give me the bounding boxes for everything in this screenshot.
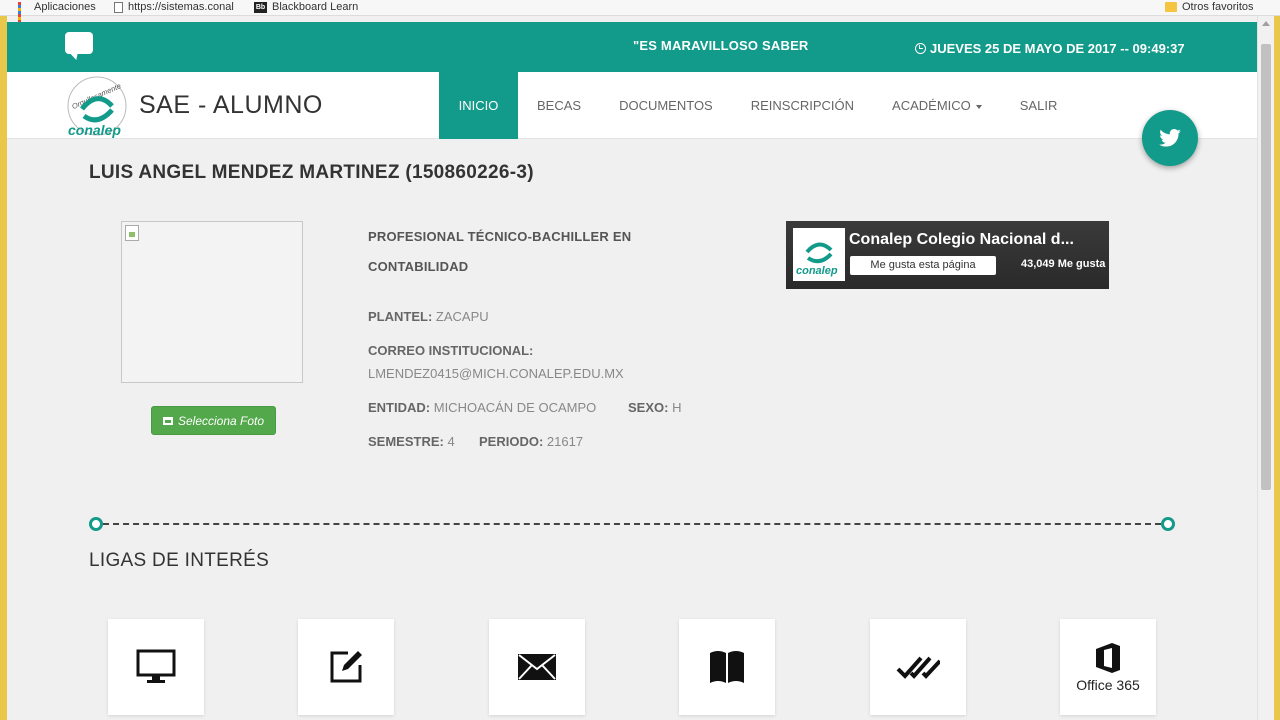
- email-label-row: CORREO INSTITUCIONAL:: [368, 343, 533, 358]
- nav-documentos[interactable]: DOCUMENTOS: [600, 72, 732, 139]
- conalep-logo[interactable]: Orgullosamente conalep: [64, 76, 132, 138]
- window-frame-right: [1274, 16, 1280, 720]
- plantel-label: PLANTEL:: [368, 309, 433, 324]
- link-card-book[interactable]: [679, 619, 775, 715]
- select-photo-button[interactable]: Selecciona Foto: [151, 406, 276, 435]
- chat-icon[interactable]: [65, 32, 93, 54]
- image-icon: [162, 416, 173, 425]
- bookmark-label: Aplicaciones: [34, 1, 96, 13]
- mail-icon: [518, 654, 556, 680]
- double-check-icon: [896, 656, 940, 679]
- apps-icon: [18, 1, 29, 29]
- link-card-mail[interactable]: [489, 619, 585, 715]
- facebook-like-count: 43,049 Me gusta: [1021, 258, 1106, 270]
- edit-icon: [330, 651, 362, 683]
- entidad-row: ENTIDAD: MICHOACÁN DE OCAMPO: [368, 400, 596, 415]
- select-photo-label: Selecciona Foto: [177, 413, 265, 428]
- divider-dot-left: [89, 517, 103, 531]
- link-card-office365[interactable]: Office 365: [1060, 619, 1156, 715]
- bookmark-other-favorites[interactable]: Otros favoritos: [1165, 1, 1254, 13]
- bookmark-label: Otros favoritos: [1182, 1, 1254, 13]
- book-icon: [710, 651, 744, 683]
- office365: Office 365: [1076, 641, 1140, 693]
- nav-inicio[interactable]: INICIO: [439, 72, 518, 139]
- blackboard-icon: Bb: [254, 1, 267, 13]
- links-grid: Office 365: [0, 619, 1280, 720]
- top-bar: "ES MARAVILLOSO SABER JUEVES 25 DE MAYO …: [7, 22, 1257, 72]
- clock-icon: [915, 43, 926, 54]
- datetime: JUEVES 25 DE MAYO DE 2017 -- 09:49:37: [915, 41, 1185, 56]
- folder-icon: [1165, 2, 1177, 12]
- bookmark-blackboard[interactable]: Bb Blackboard Learn: [254, 1, 358, 13]
- periodo-label: PERIODO:: [479, 434, 544, 449]
- nav-academico[interactable]: ACADÉMICO: [873, 72, 1001, 139]
- student-photo: [121, 221, 303, 383]
- app-title: SAE - ALUMNO: [139, 91, 323, 119]
- main-nav: INICIO BECAS DOCUMENTOS REINSCRIPCIÓN AC…: [439, 72, 1076, 139]
- motto-text: "ES MARAVILLOSO SABER: [633, 38, 809, 53]
- semestre-value: 4: [447, 434, 455, 449]
- link-card-monitor[interactable]: [108, 619, 204, 715]
- fb-logo-text: conalep: [796, 265, 838, 277]
- bookmark-label: https://sistemas.conal: [128, 1, 234, 13]
- plantel-row: PLANTEL: ZACAPU: [368, 309, 489, 324]
- datetime-text: JUEVES 25 DE MAYO DE 2017 -- 09:49:37: [930, 41, 1185, 56]
- links-section-title: LIGAS DE INTERÉS: [89, 550, 270, 571]
- sexo-value: H: [672, 400, 682, 415]
- email-value: LMENDEZ0415@MICH.CONALEP.EDU.MX: [368, 366, 624, 381]
- periodo-value: 21617: [546, 434, 584, 449]
- link-card-check[interactable]: [870, 619, 966, 715]
- link-card-edit[interactable]: [298, 619, 394, 715]
- page-scrollbar[interactable]: [1257, 16, 1274, 720]
- bookmark-label: Blackboard Learn: [272, 1, 359, 13]
- chevron-down-icon: [975, 104, 982, 109]
- scroll-up-arrow[interactable]: [1262, 21, 1270, 26]
- nav-salir[interactable]: SALIR: [1001, 72, 1077, 139]
- navbar: Orgullosamente conalep SAE - ALUMNO INIC…: [7, 72, 1257, 139]
- email-label: CORREO INSTITUCIONAL:: [368, 343, 534, 358]
- nav-reinscripcion[interactable]: REINSCRIPCIÓN: [732, 72, 873, 139]
- scroll-thumb[interactable]: [1261, 44, 1271, 490]
- office365-label: Office 365: [1076, 677, 1140, 693]
- semestre-label: SEMESTRE:: [368, 434, 444, 449]
- entidad-label: ENTIDAD:: [368, 400, 431, 415]
- bookmark-apps[interactable]: Aplicaciones: [18, 1, 96, 29]
- sexo-label: SEXO:: [628, 400, 669, 415]
- monitor-icon: [136, 649, 176, 683]
- broken-image-icon: [125, 225, 139, 241]
- conalep-fb-logo: conalep: [793, 228, 845, 281]
- plantel-value: ZACAPU: [435, 309, 489, 324]
- entidad-value: MICHOACÁN DE OCAMPO: [433, 400, 597, 415]
- nav-academico-label: ACADÉMICO: [892, 98, 971, 113]
- divider-dot-right: [1161, 517, 1175, 531]
- office365-icon: [1096, 643, 1120, 673]
- twitter-button[interactable]: [1142, 110, 1198, 166]
- semestre-row: SEMESTRE: 4: [368, 434, 455, 449]
- bookmarks-bar: Aplicaciones https://sistemas.conal Bb B…: [0, 0, 1280, 29]
- facebook-like-button[interactable]: Me gusta esta página: [850, 256, 996, 275]
- student-name: LUIS ANGEL MENDEZ MARTINEZ (150860226-3): [89, 162, 534, 183]
- periodo-row: PERIODO: 21617: [479, 434, 583, 449]
- facebook-page-widget[interactable]: conalep Conalep Colegio Nacional d... Me…: [786, 221, 1109, 289]
- twitter-icon: [1159, 129, 1181, 147]
- bookmark-sistemas[interactable]: https://sistemas.conal: [114, 1, 234, 13]
- sexo-row: SEXO: H: [628, 400, 681, 415]
- facebook-page-title[interactable]: Conalep Colegio Nacional d...: [849, 231, 1074, 249]
- page-icon: [114, 1, 123, 13]
- logo-brand-text: conalep: [68, 122, 121, 138]
- nav-becas[interactable]: BECAS: [518, 72, 600, 139]
- window-frame-left: [0, 16, 7, 720]
- career-name: PROFESIONAL TÉCNICO-BACHILLER EN CONTABI…: [368, 229, 632, 274]
- dashed-divider: [103, 523, 1161, 525]
- logo-top-text: Orgullosamente: [70, 81, 122, 111]
